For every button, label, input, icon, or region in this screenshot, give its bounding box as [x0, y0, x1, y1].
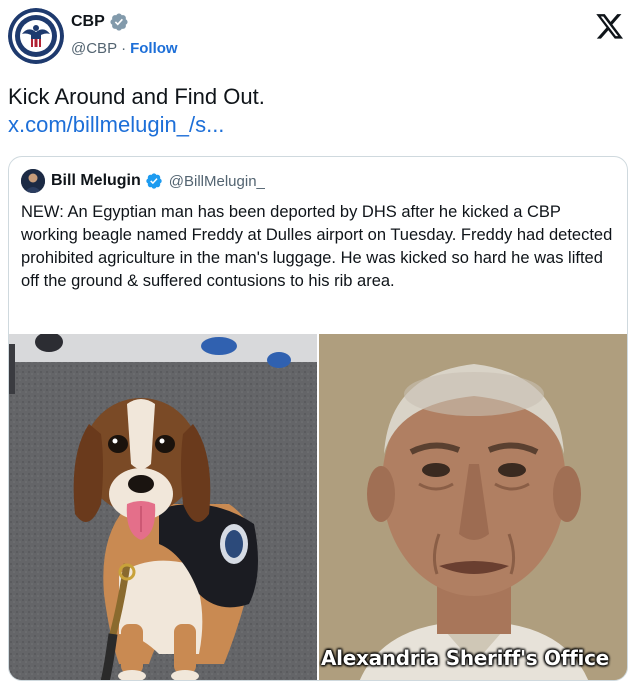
post-text: Kick Around and Find Out. — [8, 84, 265, 109]
post-link[interactable]: x.com/billmelugin_/s... — [8, 112, 224, 138]
beagle-dog-photo[interactable] — [9, 334, 317, 680]
cbp-seal-avatar-icon[interactable] — [8, 8, 64, 64]
author-handle-row: @CBP · Follow — [71, 40, 178, 57]
quoted-author-name[interactable]: Bill Melugin — [51, 172, 141, 190]
post-header: CBP @CBP · Follow — [0, 0, 636, 72]
x-logo-icon[interactable] — [596, 14, 624, 40]
quoted-author-row: Bill Melugin @BillMelugin_ — [21, 169, 265, 193]
quoted-post-card[interactable]: Bill Melugin @BillMelugin_ NEW: An Egypt… — [8, 156, 628, 681]
quoted-author-handle[interactable]: @BillMelugin_ — [169, 173, 265, 190]
photo-watermark: Alexandria Sheriff's Office — [321, 646, 609, 670]
photo-grid: Alexandria Sheriff's Office — [9, 334, 627, 680]
author-handle[interactable]: @CBP — [71, 40, 117, 57]
separator-dot: · — [121, 40, 127, 57]
quoted-author-avatar[interactable] — [21, 169, 45, 193]
author-name-row: CBP — [71, 12, 129, 32]
quoted-post-text: NEW: An Egyptian man has been deported b… — [21, 203, 613, 290]
gray-verified-badge-icon — [109, 12, 129, 32]
blue-verified-badge-icon — [145, 172, 163, 190]
follow-button[interactable]: Follow — [130, 40, 178, 57]
author-name[interactable]: CBP — [71, 13, 105, 31]
mugshot-photo[interactable]: Alexandria Sheriff's Office — [319, 334, 627, 680]
